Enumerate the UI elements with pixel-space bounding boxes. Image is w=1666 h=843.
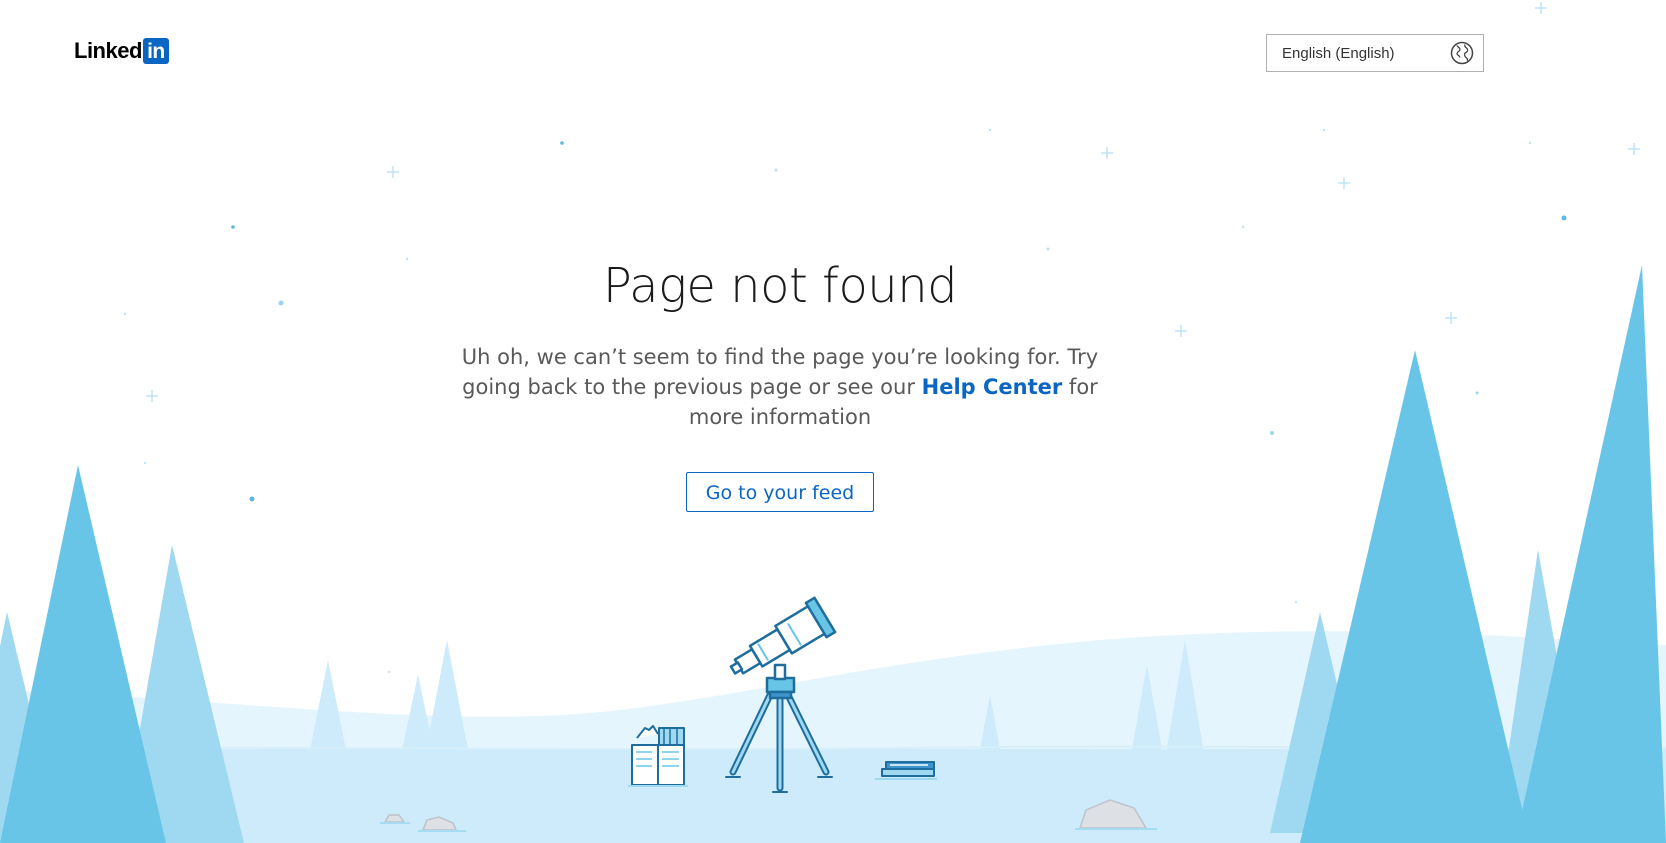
logo-wordmark: Linked [74,38,142,63]
language-select[interactable]: English (English) [1266,34,1484,72]
error-content: Page not found Uh oh, we can’t seem to f… [0,255,1560,512]
page-title: Page not found [602,258,958,314]
go-to-feed-button[interactable]: Go to your feed [685,472,875,512]
error-page: Linked in English (English) Page not fou… [0,0,1666,843]
language-select-value: English (English) [1282,44,1395,62]
logo-in-box: in [142,38,169,64]
error-message: Uh oh, we can’t seem to find the page yo… [440,342,1120,432]
linkedin-logo[interactable]: Linked in [74,38,169,64]
help-center-link[interactable]: Help Center [922,375,1063,399]
globe-icon [1450,41,1474,65]
pine-tree-icon [0,465,244,843]
